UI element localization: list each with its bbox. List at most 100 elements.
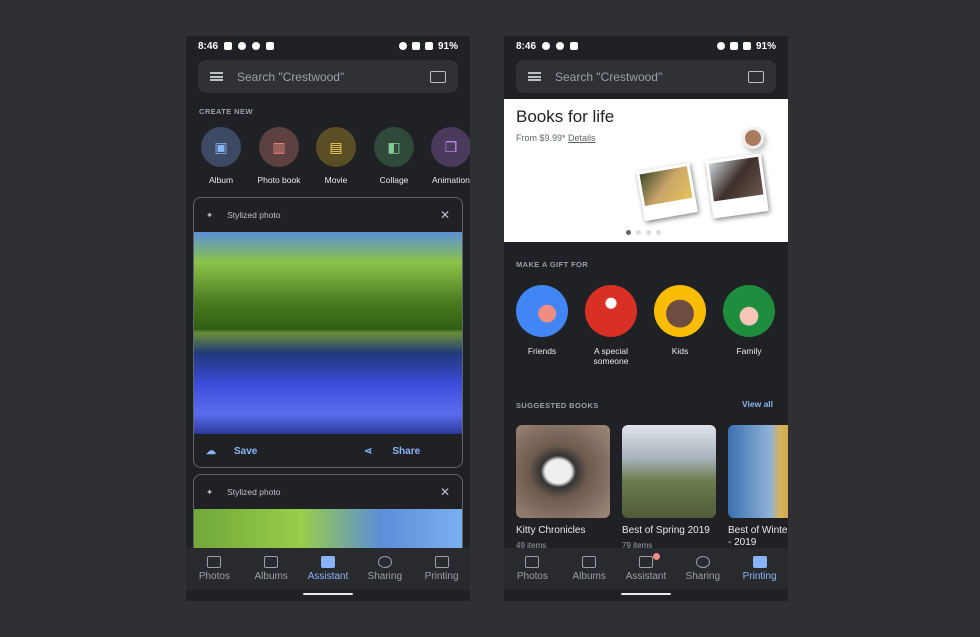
bottom-nav: Photos Albums Assistant Sharing Printing	[186, 548, 470, 590]
nav-sharing[interactable]: Sharing	[674, 548, 731, 590]
carousel-dots	[626, 230, 661, 235]
home-indicator[interactable]	[621, 593, 671, 595]
nav-sharing[interactable]: Sharing	[356, 548, 413, 590]
location-notification-icon	[252, 42, 261, 50]
gift-kids[interactable]	[654, 285, 706, 337]
share-button[interactable]: Share	[392, 446, 420, 457]
mail-notification-icon	[266, 42, 275, 50]
nav-label: Sharing	[685, 571, 721, 582]
book-cover[interactable]	[728, 425, 788, 518]
banner-price: From $9.99*	[516, 133, 566, 143]
movie-icon: ▤	[329, 138, 343, 155]
gift-label: Friends	[527, 346, 557, 356]
status-time: 8:46	[198, 40, 219, 52]
nav-label: Albums	[254, 571, 288, 582]
card-title: Stylized photo	[227, 210, 281, 220]
carousel-dot[interactable]	[636, 230, 641, 235]
nav-assistant[interactable]: Assistant	[618, 548, 675, 590]
album-button[interactable]: ▣	[201, 127, 241, 167]
albums-icon	[264, 556, 279, 568]
printing-screen: 8:46 91% Search "Crestwood" Books for li…	[504, 36, 788, 601]
photo-notification-icon	[224, 42, 233, 50]
nav-label: Albums	[572, 571, 606, 582]
close-icon[interactable]: ✕	[440, 208, 450, 222]
assistant-icon	[638, 553, 660, 568]
photo-book-image	[636, 162, 698, 222]
carousel-dot[interactable]	[646, 230, 651, 235]
nav-label: Printing	[424, 571, 459, 582]
collage-button[interactable]: ◧	[374, 127, 414, 167]
books-banner[interactable]: Books for life From $9.99* Details	[504, 99, 788, 242]
search-input[interactable]: Search "Crestwood"	[237, 70, 430, 84]
status-bar: 8:46 91%	[504, 36, 788, 56]
nav-assistant[interactable]: Assistant	[300, 548, 357, 590]
carousel-dot[interactable]	[626, 230, 631, 235]
wifi-icon	[729, 42, 738, 50]
cast-icon[interactable]	[748, 70, 764, 83]
home-indicator[interactable]	[303, 593, 353, 595]
details-link[interactable]: Details	[568, 133, 596, 143]
search-bar[interactable]: Search "Crestwood"	[198, 60, 458, 93]
bottom-nav: Photos Albums Assistant Sharing Printing	[504, 548, 788, 590]
stylized-photo[interactable]	[194, 232, 462, 434]
view-all-link[interactable]: View all	[742, 399, 773, 409]
nav-label: Photos	[198, 571, 230, 582]
carousel-dot[interactable]	[656, 230, 661, 235]
animation-button[interactable]: ❐	[431, 127, 470, 167]
suggested-books-heading: SUGGESTED BOOKS	[516, 401, 599, 410]
nav-label: Photos	[516, 571, 548, 582]
photo-book-button[interactable]: ▥	[259, 127, 299, 167]
status-time: 8:46	[516, 40, 537, 52]
save-button[interactable]: Save	[234, 446, 334, 457]
nav-photos[interactable]: Photos	[504, 548, 561, 590]
album-icon: ▣	[214, 138, 228, 155]
albums-icon	[582, 556, 597, 568]
sharing-icon	[377, 556, 392, 568]
notification-badge	[652, 553, 660, 560]
stylized-photo-card: ✦ Stylized photo ✕ ☁ Save ⋖ Share	[193, 197, 463, 468]
book-cover[interactable]	[516, 425, 610, 518]
share-icon[interactable]: ⋖	[364, 446, 372, 457]
maps-notification-icon	[238, 42, 247, 50]
search-bar[interactable]: Search "Crestwood"	[516, 60, 776, 93]
movie-button[interactable]: ▤	[316, 127, 356, 167]
maps-notification-icon	[542, 42, 551, 50]
book-title: Best of Winte - 2019	[728, 525, 788, 548]
vibrate-icon	[716, 42, 725, 50]
gift-special-someone[interactable]	[585, 285, 637, 337]
gift-family[interactable]	[723, 285, 775, 337]
card-title: Stylized photo	[227, 487, 281, 497]
menu-icon[interactable]	[210, 72, 223, 81]
photos-icon	[207, 556, 222, 568]
location-notification-icon	[556, 42, 565, 50]
book-cover[interactable]	[622, 425, 716, 518]
sparkle-icon: ✦	[206, 486, 214, 497]
nav-label: Assistant	[307, 571, 349, 582]
printing-icon	[434, 556, 449, 568]
sharing-icon	[695, 556, 710, 568]
vibrate-icon	[398, 42, 407, 50]
close-icon[interactable]: ✕	[440, 485, 450, 499]
battery-level: 91%	[755, 40, 776, 52]
gift-label: Kids	[671, 346, 689, 356]
nav-printing[interactable]: Printing	[413, 548, 470, 590]
nav-albums[interactable]: Albums	[243, 548, 300, 590]
menu-icon[interactable]	[528, 72, 541, 81]
nav-albums[interactable]: Albums	[561, 548, 618, 590]
coffee-cup-image	[742, 127, 764, 149]
battery-level: 91%	[437, 40, 458, 52]
nav-printing[interactable]: Printing	[731, 548, 788, 590]
search-input[interactable]: Search "Crestwood"	[555, 70, 748, 84]
gift-label: A special someone	[593, 346, 629, 366]
nav-photos[interactable]: Photos	[186, 548, 243, 590]
cast-icon[interactable]	[430, 70, 446, 83]
animation-icon: ❐	[444, 138, 458, 155]
status-bar: 8:46 91%	[186, 36, 470, 56]
photo-book-image	[705, 153, 769, 219]
gift-friends[interactable]	[516, 285, 568, 337]
cloud-save-icon[interactable]: ☁	[206, 446, 216, 457]
signal-icon	[424, 42, 433, 50]
create-new-heading: CREATE NEW	[199, 107, 253, 116]
photo-book-icon: ▥	[272, 138, 286, 155]
signal-icon	[742, 42, 751, 50]
